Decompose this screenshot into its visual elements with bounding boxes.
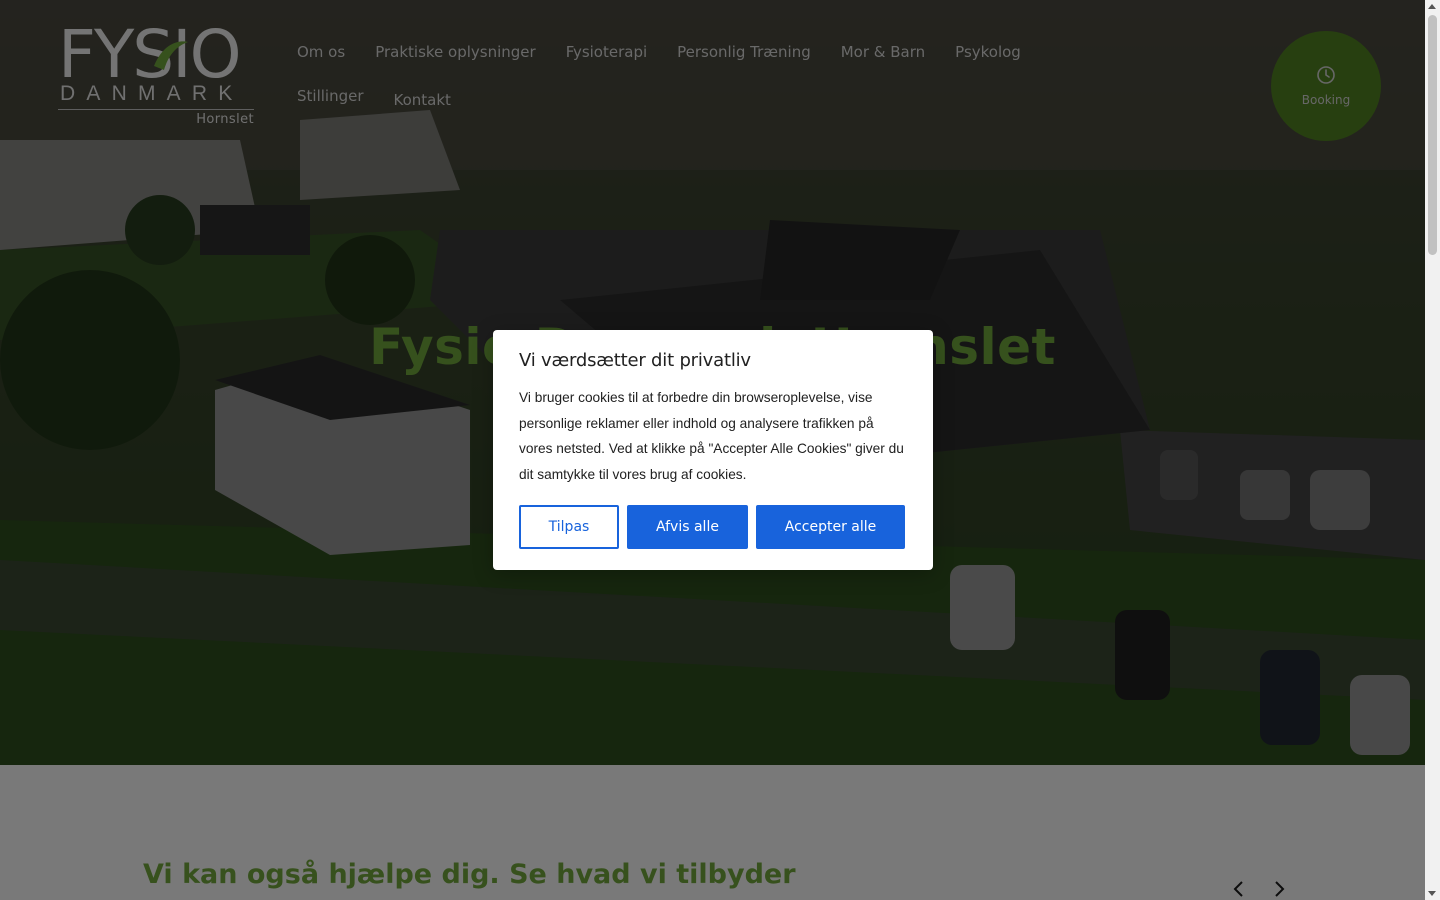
cookie-title: Vi værdsætter dit privatliv: [519, 350, 751, 371]
customize-button[interactable]: Tilpas: [519, 505, 619, 549]
reject-all-button[interactable]: Afvis alle: [627, 505, 748, 549]
accept-all-button[interactable]: Accepter alle: [756, 505, 905, 549]
page-scrollbar[interactable]: [1425, 0, 1440, 900]
cookie-description: Vi bruger cookies til at forbedre din br…: [519, 390, 904, 483]
scroll-down-arrow-icon[interactable]: [1428, 891, 1436, 896]
scrollbar-thumb[interactable]: [1428, 15, 1437, 255]
cookie-consent-dialog: Vi værdsætter dit privatliv Vi bruger co…: [493, 330, 933, 570]
cookie-buttons: Tilpas Afvis alle Accepter alle: [519, 505, 905, 549]
scroll-up-arrow-icon[interactable]: [1428, 4, 1436, 9]
